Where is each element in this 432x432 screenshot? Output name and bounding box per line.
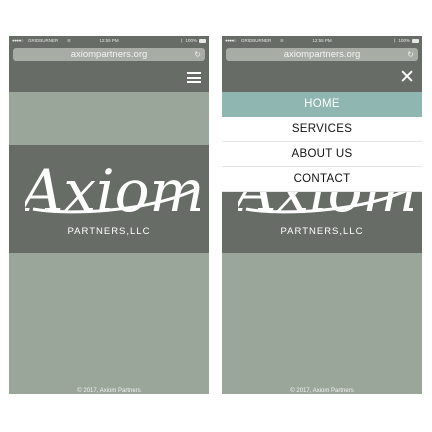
nav-menu: HOME SERVICES ABOUT US CONTACT	[222, 92, 422, 192]
battery-icon	[412, 39, 419, 43]
url-field[interactable]: axiompartners.org	[226, 48, 418, 61]
status-bar: ●●●●○ GRIDBURNER ≋ 12:55 PM ᛒ 100%	[222, 36, 422, 46]
menu-item-home[interactable]: HOME	[222, 92, 422, 117]
menu-item-contact[interactable]: CONTACT	[222, 167, 422, 192]
site-header	[9, 64, 209, 92]
bluetooth-icon: ᛒ	[180, 38, 183, 43]
phone-screen-menu-open: ●●●●○ GRIDBURNER ≋ 12:55 PM ᛒ 100% axiom…	[222, 36, 422, 394]
reload-icon[interactable]: ↻	[407, 49, 414, 60]
battery-percent: 100%	[185, 38, 197, 43]
footer-copyright: © 2017, Axiom Partners	[77, 388, 141, 394]
logo-tagline: PARTNERS,LLC	[280, 226, 364, 237]
status-time: 12:55 PM	[312, 38, 332, 43]
logo-tagline: PARTNERS,LLC	[67, 226, 151, 237]
status-bar: ●●●●○ GRIDBURNER ≋ 12:55 PM ᛒ 100%	[9, 36, 209, 46]
reload-icon[interactable]: ↻	[194, 49, 201, 60]
hero-banner: Axiom PARTNERS,LLC	[9, 145, 209, 253]
url-field[interactable]: axiompartners.org	[13, 48, 205, 61]
logo-wordmark: Axiom	[25, 157, 200, 225]
close-icon[interactable]: ✕	[399, 67, 415, 89]
menu-item-services[interactable]: SERVICES	[222, 117, 422, 142]
battery-percent: 100%	[398, 38, 410, 43]
site-header: ✕	[222, 64, 422, 92]
axiom-logo: Axiom	[25, 157, 200, 225]
browser-address-bar: axiompartners.org ↻	[9, 46, 209, 64]
browser-address-bar: axiompartners.org ↻	[222, 46, 422, 64]
battery-icon	[199, 39, 206, 43]
status-time: 12:55 PM	[99, 38, 119, 43]
hamburger-menu-icon[interactable]	[187, 72, 201, 83]
phone-screen-menu-closed: ●●●●○ GRIDBURNER ≋ 12:55 PM ᛒ 100% axiom…	[9, 36, 209, 394]
footer-copyright: © 2017, Axiom Partners	[290, 388, 354, 394]
menu-item-about-us[interactable]: ABOUT US	[222, 142, 422, 167]
bluetooth-icon: ᛒ	[393, 38, 396, 43]
